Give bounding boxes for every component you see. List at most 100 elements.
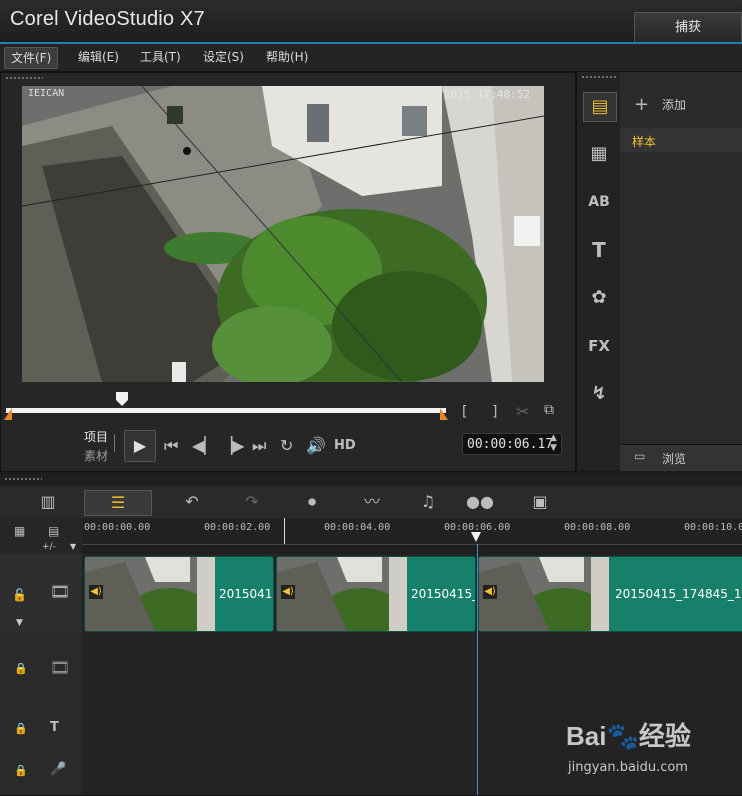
- ruler-tick-label: 00:00:06.00: [444, 522, 511, 533]
- video-frame-image: [22, 86, 544, 382]
- video-timestamp: 04/15/2015 17:48:52: [404, 88, 530, 101]
- chevron-down-icon[interactable]: ▼: [16, 618, 23, 628]
- app-title: Corel VideoStudio X7: [10, 8, 205, 30]
- menu-tools[interactable]: 工具(T): [134, 47, 187, 67]
- mode-project-label[interactable]: 项目: [84, 428, 108, 445]
- title-track-icon: T: [50, 720, 59, 735]
- library-panel: + 添加 样本 ▭ 浏览: [620, 72, 742, 471]
- volume-icon[interactable]: 🔊: [306, 436, 326, 455]
- watermark-brand-a: Bai: [566, 721, 607, 751]
- library-tab-bar: ▤ ▦ AB T ✿ FX ↯: [576, 72, 621, 470]
- path-icon[interactable]: ↯: [583, 380, 615, 408]
- panel-grip[interactable]: [581, 75, 617, 80]
- panel-grip[interactable]: [5, 76, 43, 81]
- title-track-header[interactable]: 🔒 T: [0, 710, 82, 751]
- mark-in-button[interactable]: [: [462, 404, 467, 420]
- ruler-tick-label: 00:00:10.00: [684, 522, 742, 533]
- clip-name: 20150415_174845_174: [615, 587, 742, 601]
- menu-settings[interactable]: 设定(S): [197, 47, 250, 67]
- filter-icon[interactable]: FX: [583, 332, 615, 360]
- end-icon[interactable]: ⏭: [252, 436, 266, 456]
- split-clip-icon[interactable]: ✂: [516, 402, 529, 421]
- overlay-track[interactable]: [82, 632, 742, 711]
- subtitle-editor-icon[interactable]: ▣: [522, 490, 558, 514]
- lock-icon[interactable]: 🔒: [14, 662, 28, 675]
- watermark-brand-b: 经验: [638, 721, 691, 751]
- video-clip[interactable]: ◀) 20150415_174845_174: [478, 556, 742, 632]
- title-icon[interactable]: T: [583, 236, 615, 264]
- storyboard-view-icon[interactable]: ▥: [30, 490, 66, 514]
- instant-project-icon[interactable]: ▦: [583, 140, 615, 168]
- clip-name: 20150415: [219, 587, 274, 601]
- clip-thumbnail: [277, 557, 407, 631]
- voice-track-icon: 🎤: [50, 762, 67, 777]
- video-clip[interactable]: ◀) 20150415: [84, 556, 274, 632]
- browse-icon[interactable]: ▭: [634, 449, 645, 463]
- menu-bar: 文件(F) 编辑(E) 工具(T) 设定(S) 帮助(H): [0, 44, 742, 72]
- playhead-line[interactable]: [477, 544, 478, 795]
- tab-capture[interactable]: 捕获: [634, 12, 742, 43]
- motion-tracking-icon[interactable]: ●●: [462, 490, 498, 514]
- mode-switch-bracket: [114, 434, 121, 452]
- mode-clip-label[interactable]: 素材: [84, 447, 108, 464]
- home-icon[interactable]: ⏮: [164, 436, 178, 456]
- repeat-icon[interactable]: ↻: [280, 436, 293, 455]
- menu-file[interactable]: 文件(F): [4, 47, 59, 69]
- timecode-display[interactable]: 00:00:06.17: [462, 433, 562, 455]
- lock-icon[interactable]: 🔒: [14, 722, 28, 735]
- record-capture-icon[interactable]: ⏺: [294, 490, 330, 514]
- video-clip[interactable]: ◀) 20150415_: [276, 556, 476, 632]
- ruler-tick-label: 00:00:00.00: [84, 522, 151, 533]
- ruler-tick-label: 00:00:08.00: [564, 522, 631, 533]
- panel-grip[interactable]: [4, 477, 42, 482]
- undo-icon[interactable]: ↶: [174, 490, 210, 514]
- enlarge-preview-icon[interactable]: ⧉: [544, 402, 554, 418]
- timecode-stepper[interactable]: ▲ ▼: [550, 433, 557, 453]
- timeline-ruler[interactable]: 00:00:00.00 00:00:02.00 00:00:04.00 00:0…: [82, 518, 742, 545]
- lock-icon[interactable]: 🔒: [14, 764, 28, 777]
- chapter-point-icon[interactable]: ▤: [48, 524, 59, 538]
- track-ctrl-label[interactable]: +/-: [42, 542, 56, 552]
- playhead-handle[interactable]: [471, 532, 481, 542]
- clip-name: 20150415_: [411, 587, 476, 601]
- audio-icon: ◀): [89, 585, 103, 599]
- timeline-view-icon[interactable]: ☰: [84, 490, 152, 516]
- media-library-icon[interactable]: ▤: [583, 92, 617, 122]
- hd-toggle[interactable]: HD: [334, 438, 356, 453]
- preview-window[interactable]: 04/15/2015 17:48:52 IEICAN: [22, 86, 544, 382]
- redo-icon[interactable]: ↷: [234, 490, 270, 514]
- voice-track-header[interactable]: 🔒 🎤: [0, 750, 82, 796]
- ruler-tick-label: 00:00:02.00: [204, 522, 271, 533]
- menu-edit[interactable]: 编辑(E): [72, 47, 125, 67]
- timeline-toolbar: ▥ ☰ ↶ ↷ ⏺ 〰 ♫ ●● ▣: [0, 486, 742, 519]
- overlay-track-header[interactable]: 🔒 🎞: [0, 632, 82, 711]
- previous-frame-icon[interactable]: ◀▏: [192, 436, 217, 455]
- scrub-bar[interactable]: [4, 392, 448, 422]
- mark-out-button[interactable]: ]: [492, 404, 497, 420]
- video-track-icon: 🎞: [50, 582, 71, 601]
- add-icon[interactable]: +: [634, 94, 649, 115]
- transition-icon[interactable]: AB: [583, 188, 615, 216]
- sound-mixer-icon[interactable]: 〰: [354, 490, 390, 514]
- library-item-sample[interactable]: 样本: [632, 133, 656, 150]
- audio-icon: ◀): [483, 585, 497, 599]
- track-manager-icon[interactable]: ▦: [14, 524, 25, 538]
- paw-icon: 🐾: [606, 721, 639, 751]
- lock-icon[interactable]: 🔓: [12, 588, 27, 602]
- add-folder-button[interactable]: 添加: [662, 96, 686, 113]
- ruler-tick-label: 00:00:04.00: [324, 522, 391, 533]
- browse-button[interactable]: 浏览: [662, 450, 686, 467]
- overlay-track-icon: 🎞: [50, 658, 71, 677]
- track-header-top: ▦ ▤ +/- ▼: [0, 518, 82, 554]
- watermark-url: jingyan.baidu.com: [568, 760, 688, 775]
- clip-thumbnail: [85, 557, 215, 631]
- chevron-down-icon[interactable]: ▼: [70, 542, 76, 551]
- watermark-logo: Bai🐾经验: [566, 716, 691, 753]
- ruler-marker: [284, 518, 285, 544]
- play-button[interactable]: ▶: [124, 430, 156, 462]
- video-track-header[interactable]: 🔓 ▼ 🎞: [0, 554, 82, 633]
- menu-help[interactable]: 帮助(H): [260, 47, 314, 67]
- graphic-icon[interactable]: ✿: [583, 284, 615, 312]
- auto-music-icon[interactable]: ♫: [410, 490, 446, 514]
- next-frame-icon[interactable]: ▕▶: [220, 436, 245, 455]
